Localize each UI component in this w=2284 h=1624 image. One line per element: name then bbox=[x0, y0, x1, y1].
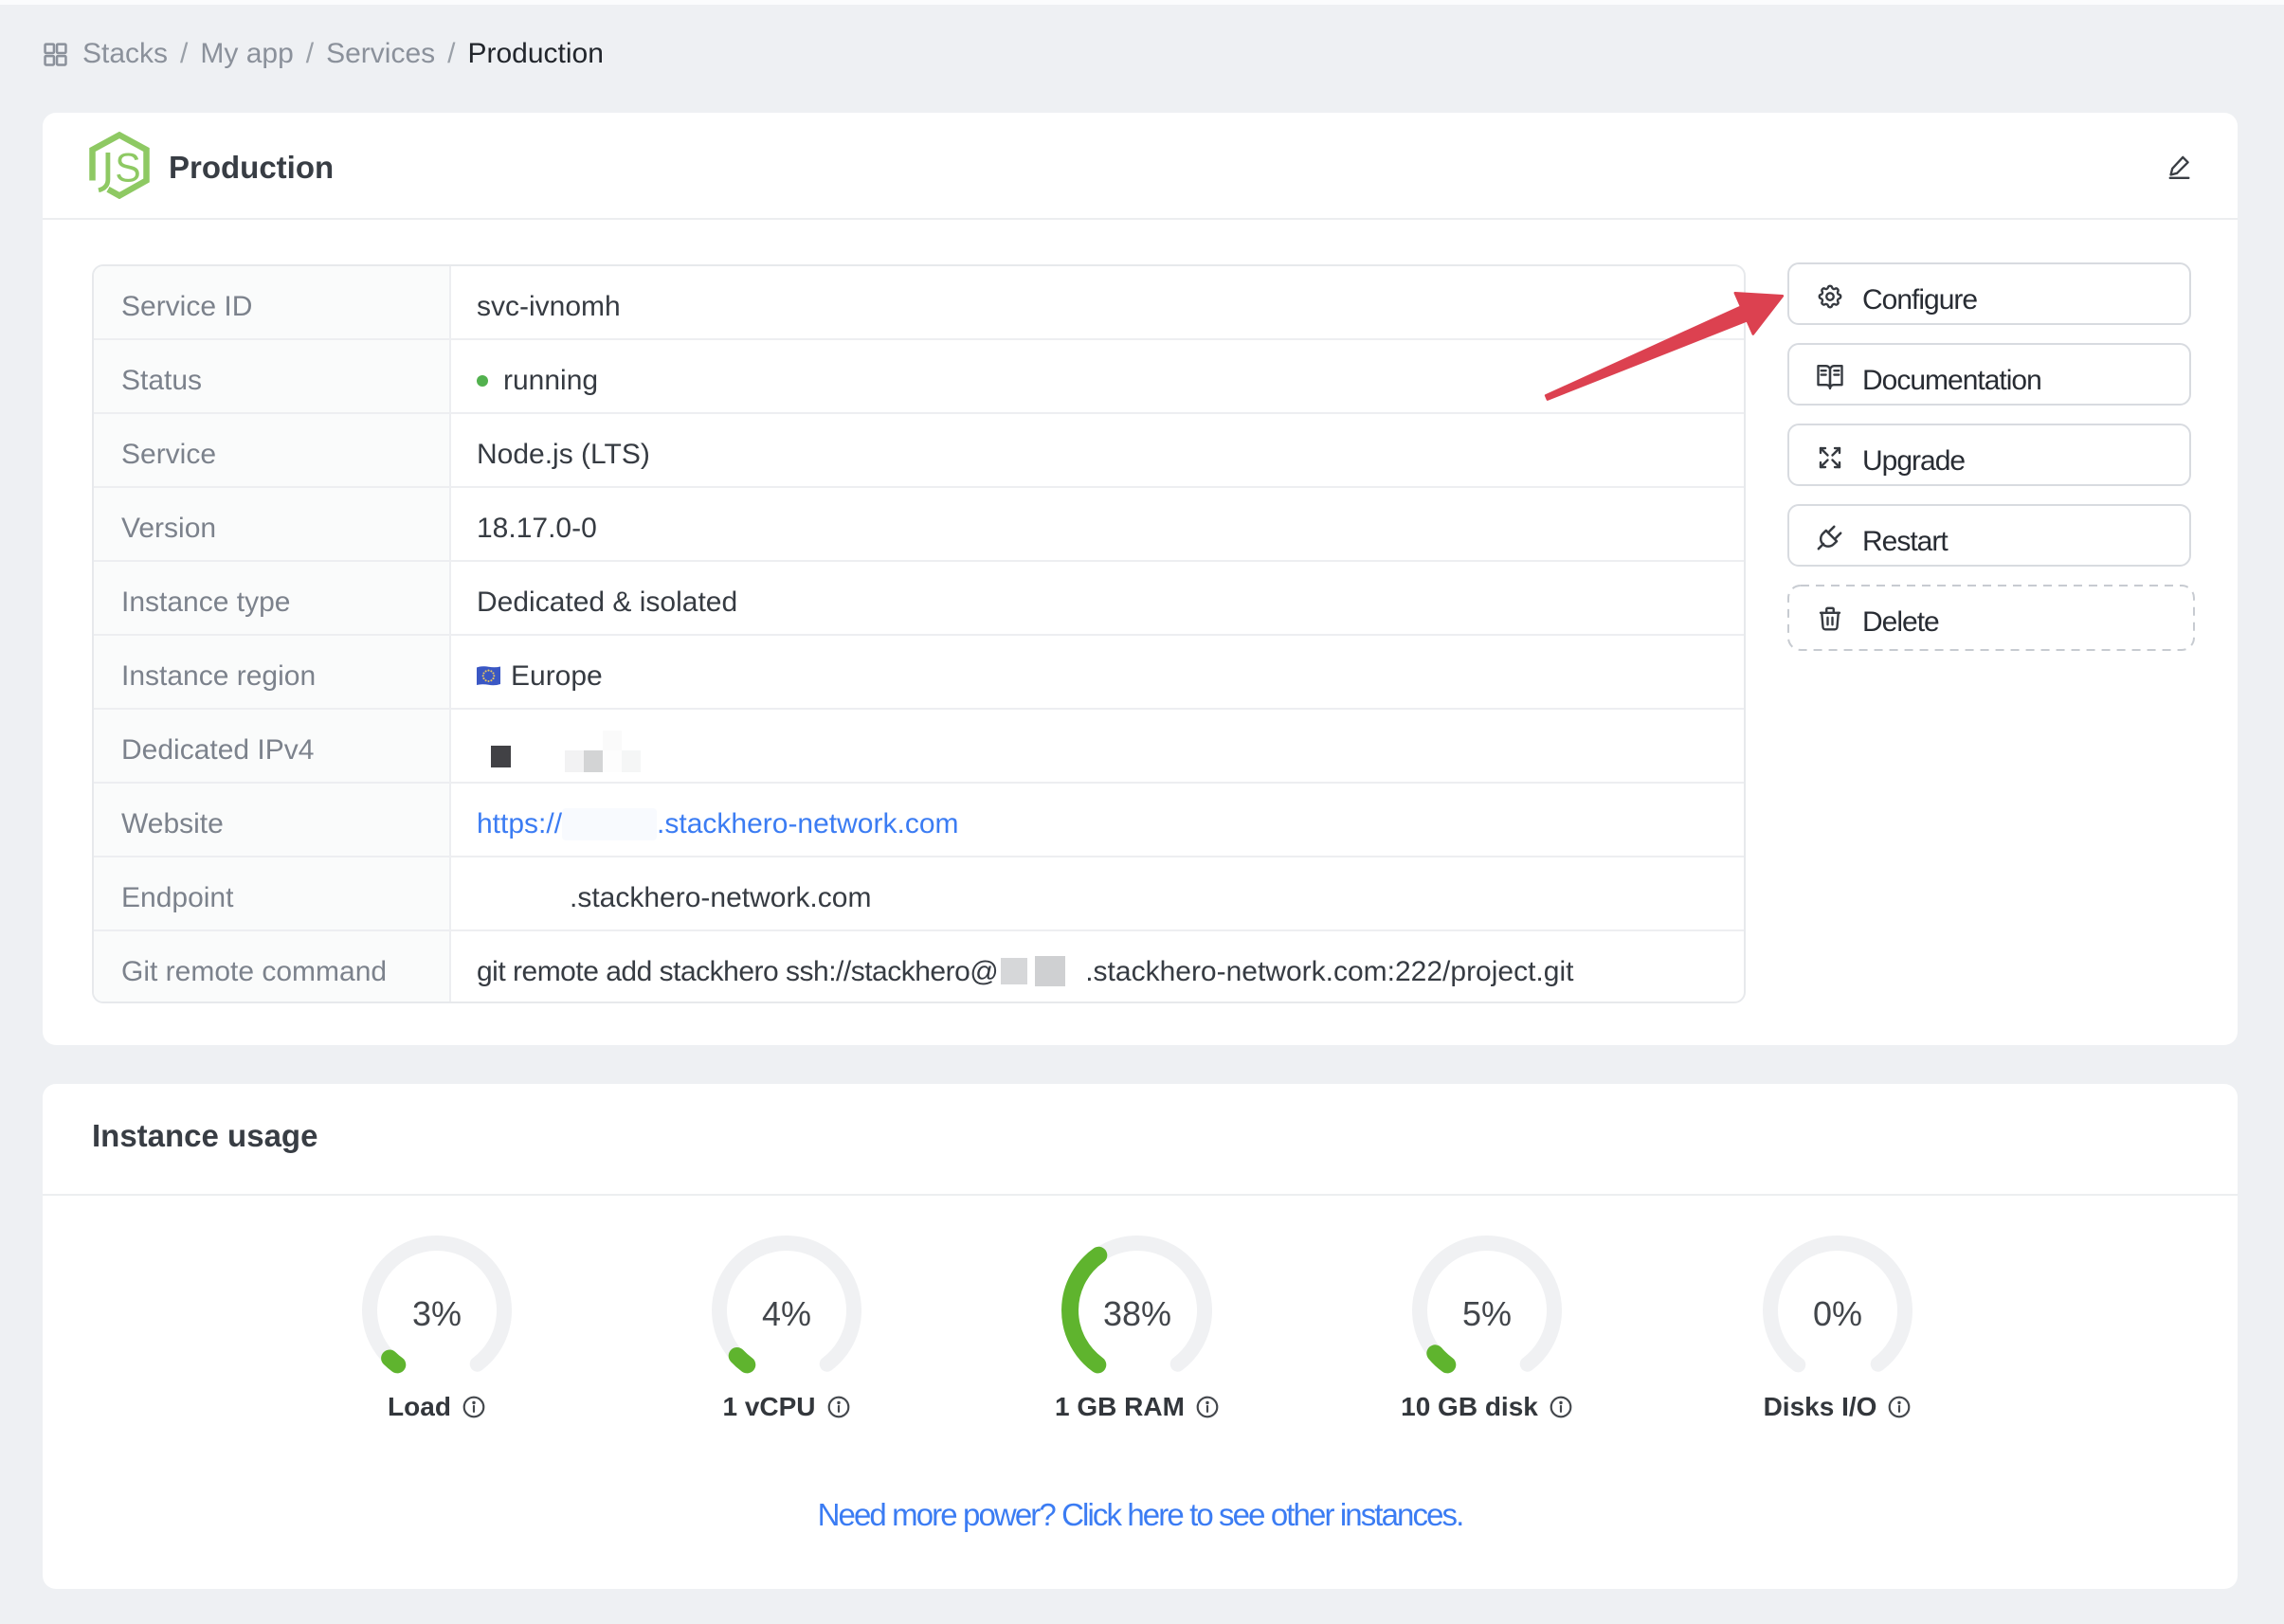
svg-text:S: S bbox=[115, 145, 140, 190]
